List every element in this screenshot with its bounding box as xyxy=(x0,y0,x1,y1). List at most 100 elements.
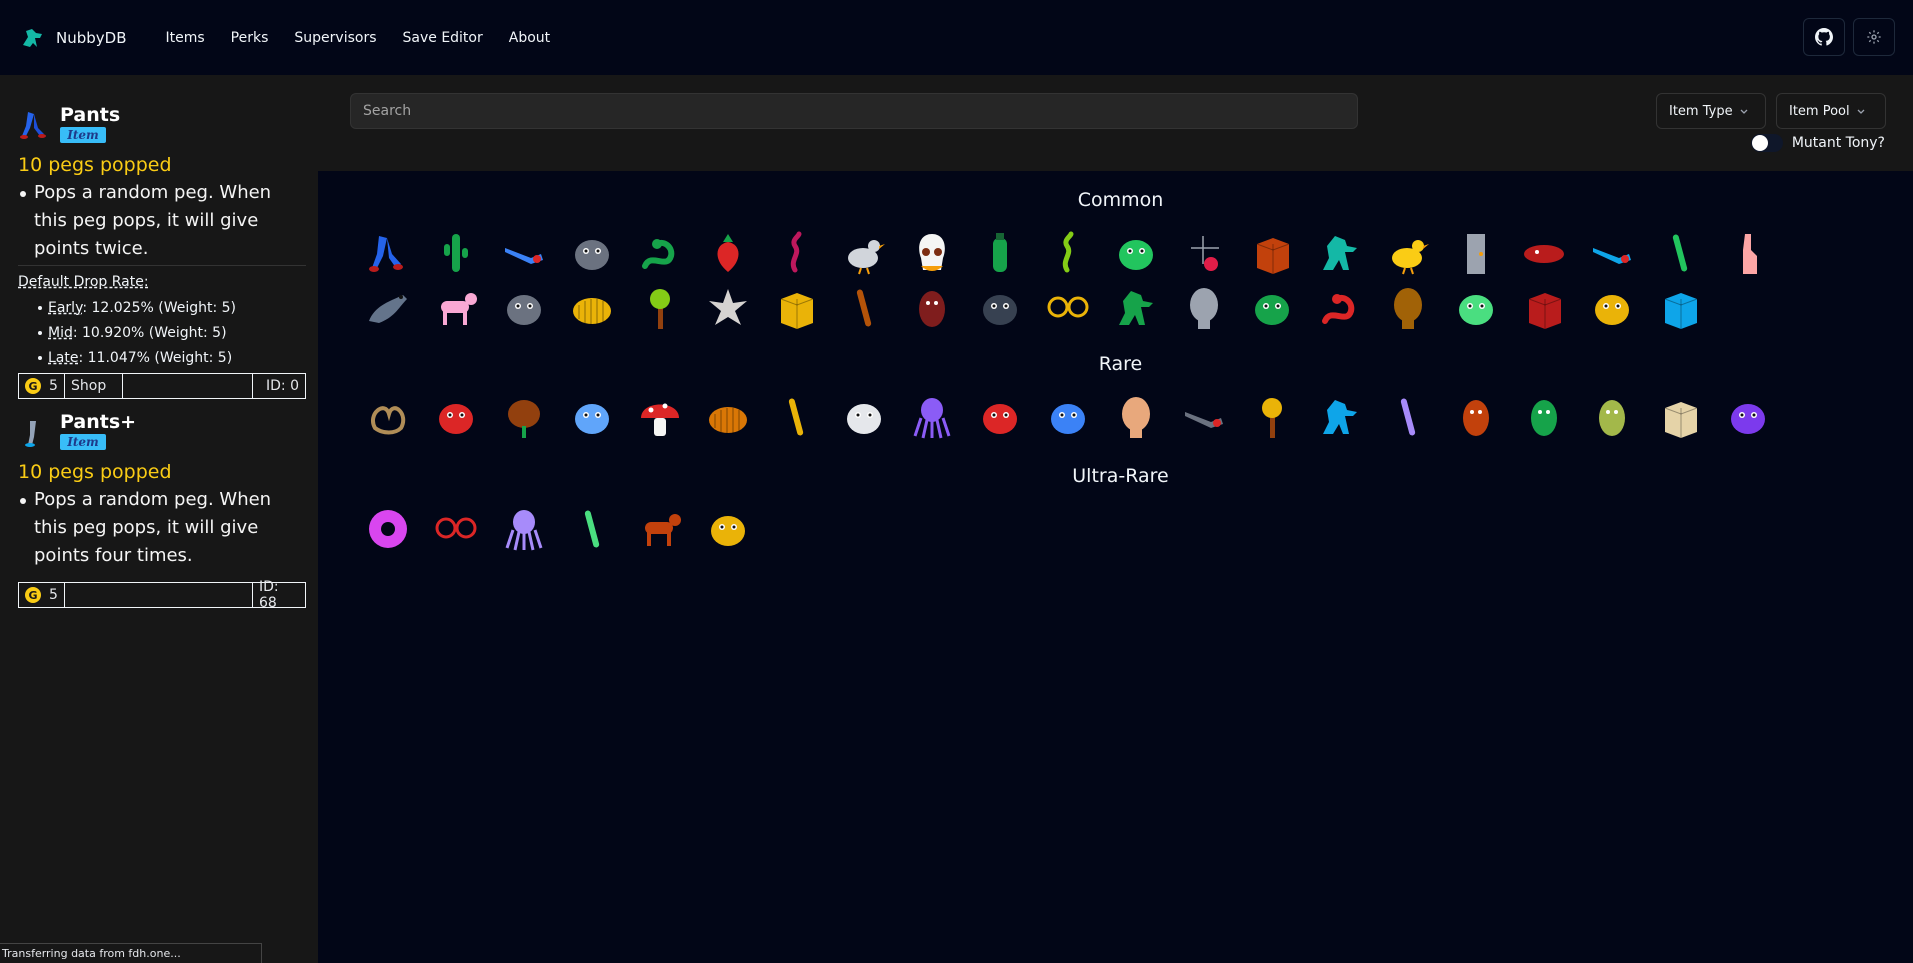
common-item-tile[interactable] xyxy=(1442,280,1510,335)
blob-item-icon xyxy=(1119,239,1153,270)
common-item-tile[interactable] xyxy=(898,225,966,280)
common-item-tile[interactable] xyxy=(354,280,422,335)
common-item-tile[interactable] xyxy=(1442,225,1510,280)
empty-cell xyxy=(65,583,253,607)
rare-item-tile[interactable] xyxy=(490,389,558,444)
rare-item-tile[interactable] xyxy=(1034,389,1102,444)
item-type-dropdown[interactable]: Item Type xyxy=(1656,93,1766,129)
rare-item-tile[interactable] xyxy=(898,389,966,444)
rare-item-tile[interactable] xyxy=(762,389,830,444)
nav-link-save-editor[interactable]: Save Editor xyxy=(403,30,483,46)
common-item-tile[interactable] xyxy=(1306,225,1374,280)
common-item-tile[interactable] xyxy=(1306,280,1374,335)
common-item-tile[interactable] xyxy=(830,280,898,335)
status-bar: Transferring data from fdh.one... xyxy=(0,943,262,963)
common-item-tile[interactable] xyxy=(966,280,1034,335)
ultra-rare-item-tile[interactable] xyxy=(558,501,626,556)
mutant-tony-toggle[interactable]: Mutant Tony? xyxy=(1750,134,1885,152)
ultra-rare-item-tile[interactable] xyxy=(422,501,490,556)
common-item-tile[interactable] xyxy=(422,225,490,280)
common-item-tile[interactable] xyxy=(558,225,626,280)
rare-item-tile[interactable] xyxy=(1306,389,1374,444)
common-item-tile[interactable] xyxy=(1374,280,1442,335)
common-item-tile[interactable] xyxy=(1646,280,1714,335)
drop-stage-label[interactable]: Late xyxy=(48,350,78,366)
rare-item-tile[interactable] xyxy=(558,389,626,444)
common-item-tile[interactable] xyxy=(1374,225,1442,280)
common-item-tile[interactable] xyxy=(694,280,762,335)
common-items-grid xyxy=(354,225,1782,335)
common-item-tile[interactable] xyxy=(1578,280,1646,335)
legs-item-icon xyxy=(369,235,403,272)
common-item-tile[interactable] xyxy=(1510,280,1578,335)
ultra-rare-item-tile[interactable] xyxy=(626,501,694,556)
rare-item-tile[interactable] xyxy=(1238,389,1306,444)
common-item-tile[interactable] xyxy=(1238,225,1306,280)
drop-rate-mid: Mid: 10.920% (Weight: 5) xyxy=(38,321,306,346)
rare-item-tile[interactable] xyxy=(1578,389,1646,444)
settings-button[interactable] xyxy=(1853,18,1895,56)
rare-item-tile[interactable] xyxy=(694,389,762,444)
rare-item-tile[interactable] xyxy=(1102,389,1170,444)
common-item-tile[interactable] xyxy=(626,280,694,335)
toggle-switch[interactable] xyxy=(1750,134,1783,152)
common-item-tile[interactable] xyxy=(1170,225,1238,280)
common-item-tile[interactable] xyxy=(966,225,1034,280)
common-item-tile[interactable] xyxy=(1034,280,1102,335)
drop-rate-title[interactable]: Default Drop Rate: xyxy=(18,272,306,292)
ultra-rare-item-tile[interactable] xyxy=(694,501,762,556)
common-item-tile[interactable] xyxy=(422,280,490,335)
common-item-tile[interactable] xyxy=(1646,225,1714,280)
item-pool-label: Item Pool xyxy=(1789,103,1850,119)
common-item-tile[interactable] xyxy=(490,225,558,280)
search-input[interactable] xyxy=(350,93,1358,129)
rare-item-tile[interactable] xyxy=(1374,389,1442,444)
rare-item-tile[interactable] xyxy=(830,389,898,444)
rare-item-tile[interactable] xyxy=(1442,389,1510,444)
tool-item-icon xyxy=(1593,247,1631,264)
drop-stage-label[interactable]: Mid xyxy=(48,325,73,341)
common-item-tile[interactable] xyxy=(1170,280,1238,335)
common-item-tile[interactable] xyxy=(1510,225,1578,280)
common-item-tile[interactable] xyxy=(762,225,830,280)
rare-item-tile[interactable] xyxy=(626,389,694,444)
ultra-rare-item-tile[interactable] xyxy=(354,501,422,556)
common-item-tile[interactable] xyxy=(354,225,422,280)
rare-item-tile[interactable] xyxy=(966,389,1034,444)
blob-item-icon xyxy=(439,403,473,434)
rare-item-tile[interactable] xyxy=(1170,389,1238,444)
ultra-rare-item-tile[interactable] xyxy=(490,501,558,556)
common-item-tile[interactable] xyxy=(1238,280,1306,335)
nav-link-perks[interactable]: Perks xyxy=(231,30,269,46)
nav-link-items[interactable]: Items xyxy=(166,30,205,46)
common-item-tile[interactable] xyxy=(898,280,966,335)
nav-link-about[interactable]: About xyxy=(509,30,550,46)
nav-link-supervisors[interactable]: Supervisors xyxy=(294,30,376,46)
common-item-tile[interactable] xyxy=(1034,225,1102,280)
github-icon xyxy=(1815,28,1833,46)
common-item-tile[interactable] xyxy=(626,225,694,280)
section-title-ultra-rare: Ultra-Rare xyxy=(1072,465,1169,487)
common-item-tile[interactable] xyxy=(490,280,558,335)
rare-item-tile[interactable] xyxy=(1510,389,1578,444)
common-item-tile[interactable] xyxy=(1714,225,1782,280)
tree-item-icon xyxy=(650,288,670,329)
common-item-tile[interactable] xyxy=(1578,225,1646,280)
common-item-tile[interactable] xyxy=(558,280,626,335)
item-pool-dropdown[interactable]: Item Pool xyxy=(1776,93,1886,129)
stick-item-icon xyxy=(788,398,804,435)
brand[interactable]: NubbyDB xyxy=(20,25,127,51)
price-value: 5 xyxy=(49,378,58,394)
common-item-tile[interactable] xyxy=(762,280,830,335)
rare-item-tile[interactable] xyxy=(1714,389,1782,444)
toggle-label: Mutant Tony? xyxy=(1791,135,1885,151)
common-item-tile[interactable] xyxy=(1102,280,1170,335)
common-item-tile[interactable] xyxy=(830,225,898,280)
drop-stage-label[interactable]: Early xyxy=(48,300,82,316)
github-button[interactable] xyxy=(1803,18,1845,56)
common-item-tile[interactable] xyxy=(1102,225,1170,280)
common-item-tile[interactable] xyxy=(694,225,762,280)
rare-item-tile[interactable] xyxy=(1646,389,1714,444)
rare-item-tile[interactable] xyxy=(354,389,422,444)
rare-item-tile[interactable] xyxy=(422,389,490,444)
